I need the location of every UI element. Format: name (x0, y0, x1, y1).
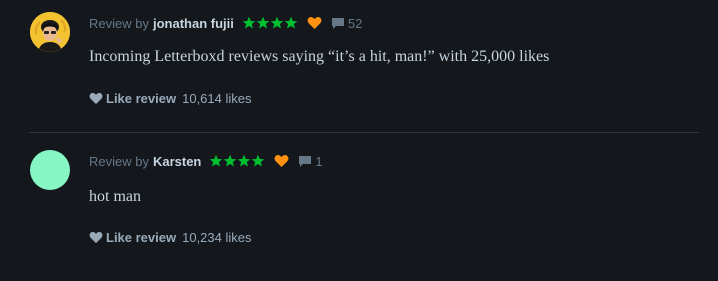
rating (209, 154, 265, 168)
comment-count-link[interactable]: 52 (331, 16, 362, 31)
like-review-label: Like review (106, 230, 177, 245)
star-icon (224, 154, 237, 167)
comment-count: 52 (347, 15, 363, 31)
avatar-image (30, 12, 70, 52)
comment-count: 1 (315, 153, 323, 169)
star-icon (210, 154, 223, 167)
comment-bubble-icon (331, 17, 344, 29)
avatar[interactable] (30, 12, 70, 52)
like-review-button[interactable]: Like review (89, 230, 176, 245)
star-icon (284, 16, 298, 29)
review-body: Incoming Letterboxd reviews saying “it’s… (89, 48, 550, 65)
like-row: Like review 10,614 likes (89, 91, 252, 106)
rating (242, 16, 298, 30)
star-icon (238, 154, 251, 167)
review-attribution: Review by Karsten 1 (89, 151, 323, 171)
like-review-label: Like review (106, 91, 177, 106)
star-icon (256, 16, 270, 29)
avatar[interactable] (30, 150, 70, 190)
star-icon (252, 154, 265, 167)
attribution-prefix: Review by (89, 15, 149, 31)
like-review-button[interactable]: Like review (89, 91, 176, 106)
heart-icon (89, 92, 103, 105)
review-body: hot man (89, 188, 141, 205)
like-count[interactable]: 10,234 likes (182, 230, 251, 245)
author-name[interactable]: jonathan fujii (153, 16, 234, 31)
comment-count-link[interactable]: 1 (298, 153, 323, 169)
liked-heart-icon (307, 17, 322, 29)
review-attribution: Review by jonathan fujii 52 (89, 13, 362, 33)
attribution-prefix: Review by (89, 153, 149, 169)
comment-bubble-icon (299, 155, 312, 167)
star-icon (242, 16, 256, 29)
author-name[interactable]: Karsten (153, 154, 201, 169)
heart-icon (89, 231, 103, 244)
star-icon (270, 16, 284, 29)
liked-heart-icon (274, 155, 289, 167)
review-item: Review by jonathan fujii 52 Incoming Let… (0, 0, 718, 132)
like-count[interactable]: 10,614 likes (182, 91, 251, 106)
avatar-image (30, 150, 70, 190)
like-row: Like review 10,234 likes (89, 230, 252, 245)
review-item: Review by Karsten 1 hot man Like review … (0, 133, 718, 281)
